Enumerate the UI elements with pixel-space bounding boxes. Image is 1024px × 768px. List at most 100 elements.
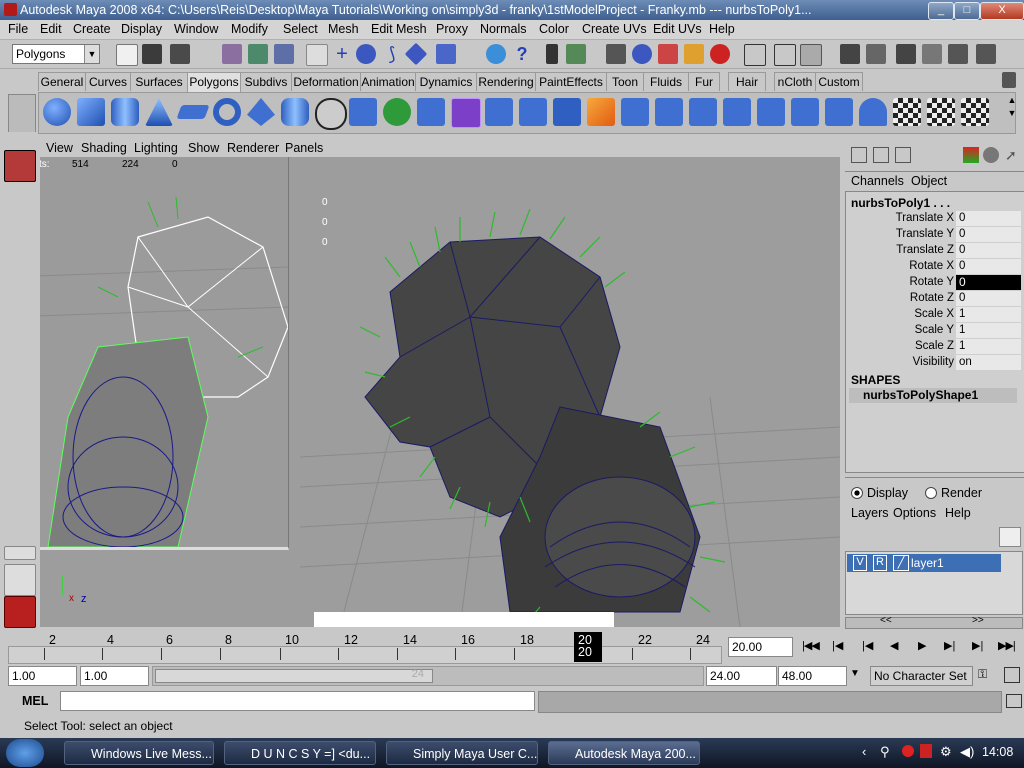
command-language-label[interactable]: MEL [22,694,48,708]
menu-file[interactable]: File [8,22,28,36]
menuset-dropdown[interactable]: Polygons ▼ [12,44,100,64]
script-editor-icon[interactable] [1006,694,1022,708]
hypershade-icon[interactable] [684,44,704,64]
tab-general[interactable]: General [38,72,86,91]
play-forwards-icon[interactable]: ▶ [918,639,926,652]
tray-settings-icon[interactable]: ⚙ [940,744,952,760]
window-title-bar[interactable]: Autodesk Maya 2008 x64: C:\Users\Reis\De… [0,0,1024,20]
shelf-scroll[interactable]: ▲ ▼ [1004,94,1020,132]
tab-dynamics[interactable]: Dynamics [415,72,477,91]
taskbar-item-messenger[interactable]: Windows Live Mess... [64,741,214,765]
attr-scale-y[interactable]: Scale Y1 [850,323,1021,339]
menu-proxy[interactable]: Proxy [436,22,468,36]
current-frame-marker[interactable]: 20 20 [574,632,602,662]
close-button[interactable]: X [980,2,1024,20]
list-icon[interactable] [976,44,996,64]
shelf-menu-button[interactable] [8,94,36,134]
inset-viewport[interactable]: Verts: 514 224 0 [40,157,289,550]
layer-row[interactable]: V R ╱ layer1 [847,554,1001,572]
fill-hole-icon[interactable] [553,98,581,126]
lock-icon[interactable] [546,44,558,64]
poly-torus-icon[interactable] [213,98,241,126]
attribute-editor-icon[interactable] [840,44,860,64]
poly-plane-icon[interactable] [176,105,210,119]
uv-map-icon[interactable] [927,98,955,126]
play-backwards-icon[interactable]: ◀ [890,639,898,652]
poly-cube-icon[interactable] [77,98,105,126]
tab-toon[interactable]: Toon [606,72,644,91]
separate-icon[interactable] [349,98,377,126]
toggle-tools-icon[interactable] [800,44,822,66]
menu-help[interactable]: Help [709,22,735,36]
snap-point-icon[interactable]: ⟆ [382,44,402,64]
history-icon[interactable] [566,44,586,64]
go-to-end-icon[interactable]: ▶▶| [998,639,1016,652]
color-icon[interactable] [963,147,979,163]
panel-menu-shading[interactable]: Shading [81,141,127,155]
arrow-icon[interactable]: ➚ [1005,147,1021,163]
poly-prism-icon[interactable] [247,98,275,126]
attribute-icon[interactable] [873,147,889,163]
panel-menu-renderer[interactable]: Renderer [227,141,279,155]
layers-menu[interactable]: Layers [851,506,889,520]
object-tab[interactable]: Object [911,174,947,188]
extrude-icon[interactable] [655,98,683,126]
start-button[interactable] [6,739,44,767]
layer-reference-toggle[interactable]: R [873,555,887,571]
select-object-icon[interactable] [248,44,268,64]
taskbar-item-maya[interactable]: Autodesk Maya 200... [548,741,700,765]
panel-menu-view[interactable]: View [46,141,73,155]
tab-subdivs[interactable]: Subdivs [240,72,292,91]
menu-modify[interactable]: Modify [231,22,268,36]
input-ops-icon[interactable] [744,44,766,66]
plus-icon[interactable]: + [332,44,352,64]
range-slider[interactable]: 24 [152,666,704,686]
select-component-icon[interactable] [274,44,294,64]
step-back-frame-icon[interactable]: |◀ [832,639,843,652]
mirror-icon[interactable] [519,98,547,126]
layers-help-menu[interactable]: Help [945,506,971,520]
sphere-shade-icon[interactable] [983,147,999,163]
timeline-track[interactable] [8,646,722,664]
tab-rendering[interactable]: Rendering [476,72,536,91]
node-name[interactable]: nurbsToPoly1 . . . [851,196,950,210]
selection-mask-icon[interactable] [306,44,328,66]
output-ops-icon[interactable] [774,44,796,66]
layer-nav-prev[interactable]: << [880,615,892,626]
character-set-field[interactable]: No Character Set [870,666,973,686]
taskbar-item-chat[interactable]: D U N C S Y =] <du... [224,741,376,765]
range-slider-handle[interactable]: 24 [155,668,433,683]
tab-curves[interactable]: Curves [85,72,131,91]
render-radio[interactable] [925,487,937,499]
perspective-viewport[interactable]: Verts: 514 224 0 0 0 0 x z [40,157,840,627]
menu-select[interactable]: Select [283,22,318,36]
outliner-icon[interactable] [948,44,968,64]
attr-scale-z[interactable]: Scale Z1 [850,339,1021,355]
maximize-button[interactable]: □ [954,2,980,20]
menu-create[interactable]: Create [73,22,111,36]
smooth-icon[interactable] [451,98,481,128]
playback-end-field[interactable]: 24.00 [706,666,777,686]
reduce-icon[interactable] [485,98,513,126]
poly-pipe-icon[interactable] [281,98,309,126]
menu-color[interactable]: Color [539,22,569,36]
sculpt-icon[interactable] [859,98,887,126]
step-back-key-icon[interactable]: |◀ [862,639,873,652]
tool-icon[interactable] [895,147,911,163]
menu-edit[interactable]: Edit [40,22,62,36]
layer-color-icon[interactable]: ╱ [893,555,909,571]
render-settings-icon[interactable] [658,44,678,64]
anim-prefs-icon[interactable] [1004,667,1020,683]
insert-edgeloop-icon[interactable] [791,98,819,126]
channel-box-icon[interactable] [896,44,916,64]
tab-animation[interactable]: Animation [360,72,416,91]
split-poly-icon[interactable] [757,98,785,126]
layer-nav-next[interactable]: >> [972,615,984,626]
playback-start-field[interactable]: 1.00 [80,666,149,686]
tab-surfaces[interactable]: Surfaces [130,72,188,91]
command-input[interactable] [60,691,535,711]
open-scene-icon[interactable] [142,44,162,64]
channels-tab[interactable]: Channels [851,174,904,188]
select-tool-icon[interactable] [4,150,36,182]
tab-polygons[interactable]: Polygons [187,72,241,92]
